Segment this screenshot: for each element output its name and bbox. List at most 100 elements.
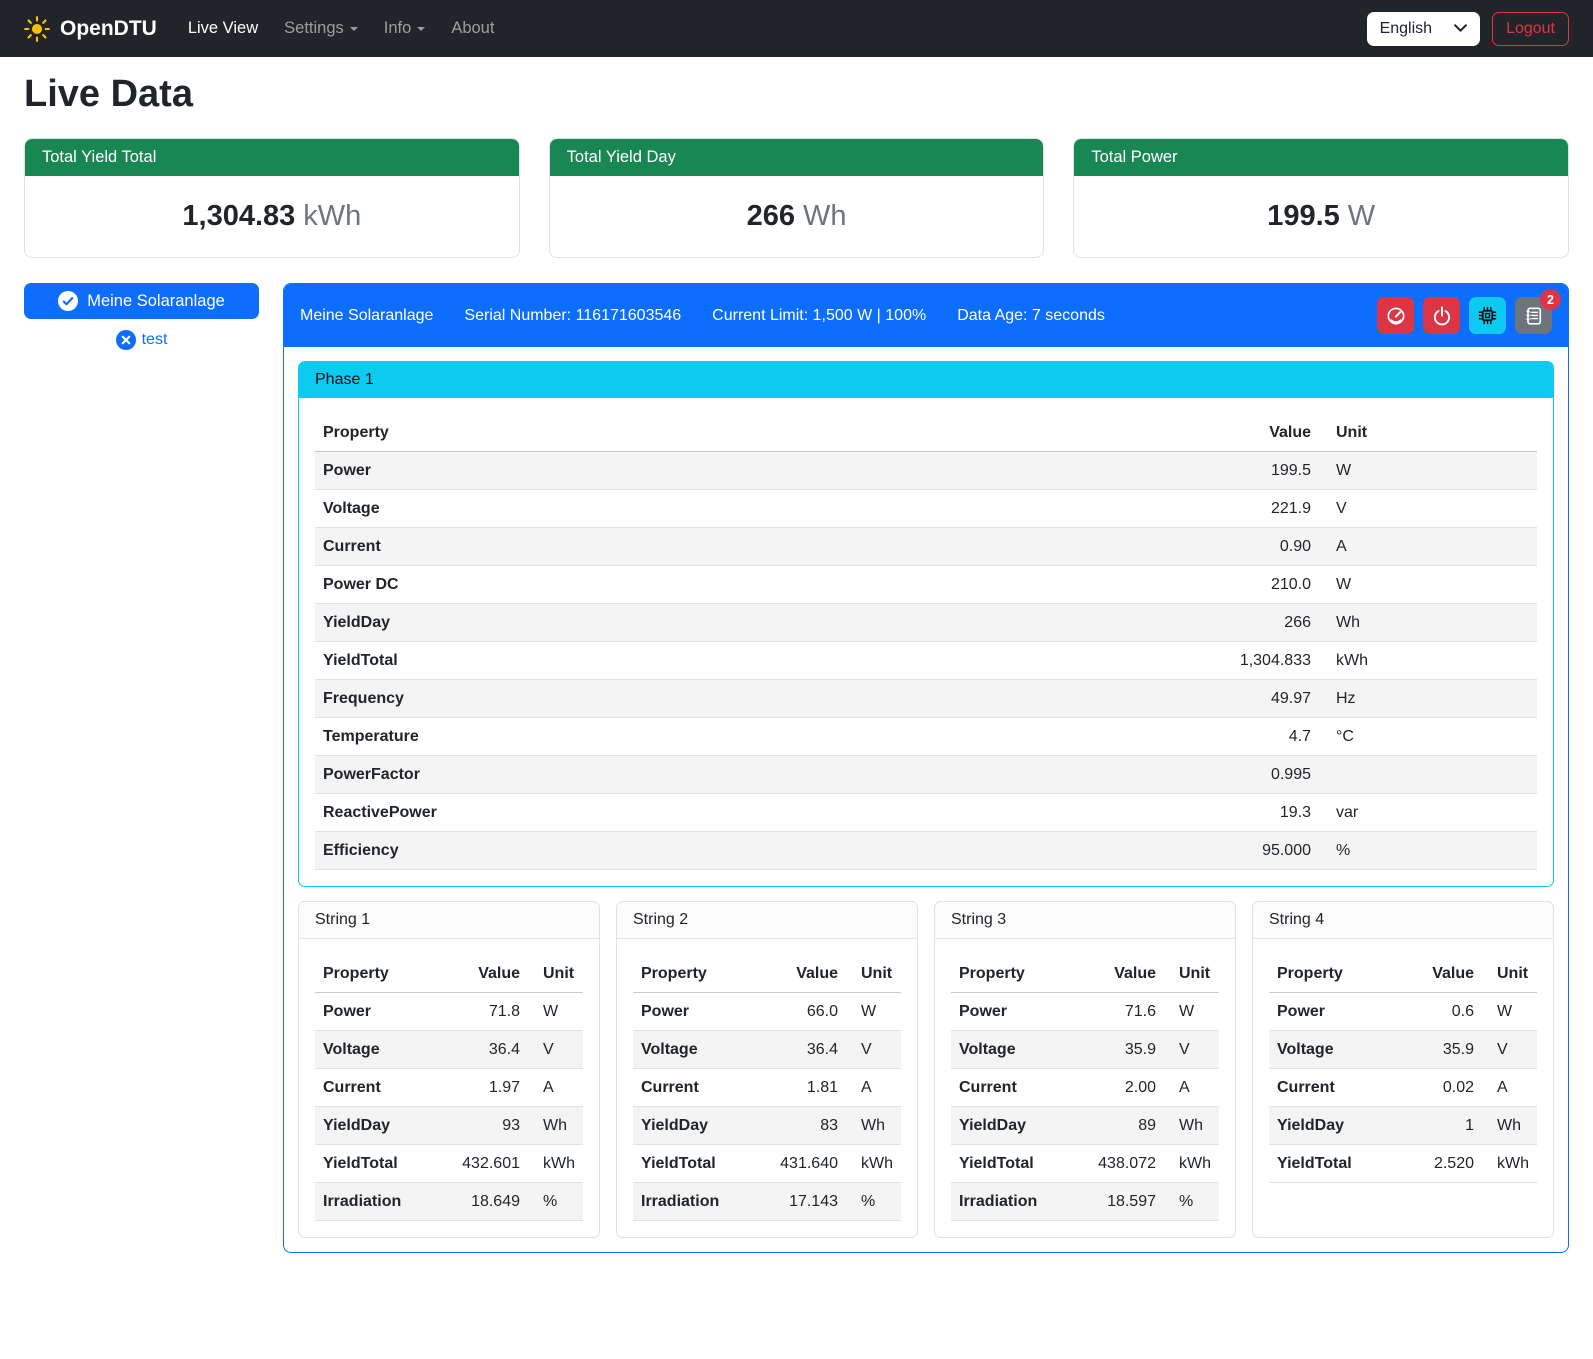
value-cell: 66.0 bbox=[752, 993, 846, 1031]
inverter-data-age: Data Age: 7 seconds bbox=[957, 307, 1105, 325]
unit-cell: V bbox=[1482, 1031, 1537, 1069]
event-log-button[interactable]: 2 bbox=[1515, 297, 1552, 334]
inverter-actions: 2 bbox=[1377, 297, 1552, 334]
table-row: Irradiation17.143% bbox=[633, 1183, 901, 1221]
chevron-down-icon bbox=[1454, 24, 1467, 33]
string-card-3: String 3 Property Value Unit bbox=[934, 901, 1236, 1238]
string-card-title: String 4 bbox=[1253, 902, 1553, 939]
table-row: Voltage36.4V bbox=[633, 1031, 901, 1069]
value-cell: 19.3 bbox=[1199, 794, 1319, 832]
property-cell: Current bbox=[315, 528, 1199, 566]
unit-cell: V bbox=[1164, 1031, 1219, 1069]
unit-cell: W bbox=[846, 993, 901, 1031]
table-row: Irradiation18.649% bbox=[315, 1183, 583, 1221]
chevron-down-icon bbox=[350, 27, 358, 31]
table-row: YieldDay83Wh bbox=[633, 1107, 901, 1145]
table-row: Voltage221.9V bbox=[315, 490, 1537, 528]
value-cell: 221.9 bbox=[1199, 490, 1319, 528]
string-table: Property Value Unit Power71.8W Voltage36… bbox=[315, 955, 583, 1221]
table-row: Voltage36.4V bbox=[315, 1031, 583, 1069]
power-icon bbox=[1432, 306, 1452, 326]
string-table: Property Value Unit Power0.6W Voltage35.… bbox=[1269, 955, 1537, 1183]
language-select[interactable]: English bbox=[1367, 12, 1480, 46]
table-row: YieldTotal2.520kWh bbox=[1269, 1145, 1537, 1183]
table-row: YieldTotal1,304.833kWh bbox=[315, 642, 1537, 680]
unit-cell: W bbox=[1319, 566, 1537, 604]
sidebar-item-meine-solaranlage[interactable]: Meine Solaranlage bbox=[24, 283, 259, 319]
value-cell: 2.00 bbox=[1070, 1069, 1164, 1107]
column-header-value: Value bbox=[1199, 414, 1319, 452]
string-card-1: String 1 Property Value Unit bbox=[298, 901, 600, 1238]
value-cell: 0.995 bbox=[1199, 756, 1319, 794]
property-cell: Current bbox=[951, 1069, 1070, 1107]
value-cell: 431.640 bbox=[752, 1145, 846, 1183]
value-cell: 71.6 bbox=[1070, 993, 1164, 1031]
brand[interactable]: OpenDTU bbox=[24, 16, 157, 42]
property-cell: Irradiation bbox=[633, 1183, 752, 1221]
string-card-title: String 1 bbox=[299, 902, 599, 939]
phase-card: Phase 1 Property Value Unit bbox=[298, 361, 1554, 887]
string-card-title: String 3 bbox=[935, 902, 1235, 939]
property-cell: YieldDay bbox=[315, 1107, 434, 1145]
sidebar-item-test[interactable]: test bbox=[116, 330, 168, 350]
table-row: Current1.97A bbox=[315, 1069, 583, 1107]
check-circle-icon bbox=[58, 291, 78, 311]
table-row: YieldTotal431.640kWh bbox=[633, 1145, 901, 1183]
nav-item-settings[interactable]: Settings bbox=[271, 11, 371, 46]
property-cell: Voltage bbox=[633, 1031, 752, 1069]
unit-cell: V bbox=[528, 1031, 583, 1069]
value-cell: 93 bbox=[434, 1107, 528, 1145]
unit-cell: kWh bbox=[528, 1145, 583, 1183]
string-table: Property Value Unit Power71.6W Voltage35… bbox=[951, 955, 1219, 1221]
property-cell: Current bbox=[315, 1069, 434, 1107]
table-row: Power66.0W bbox=[633, 993, 901, 1031]
column-header-value: Value bbox=[1399, 955, 1482, 993]
x-circle-icon bbox=[116, 330, 136, 350]
table-row: Current1.81A bbox=[633, 1069, 901, 1107]
column-header-unit: Unit bbox=[846, 955, 901, 993]
table-row: PowerFactor0.995 bbox=[315, 756, 1537, 794]
column-header-unit: Unit bbox=[1164, 955, 1219, 993]
unit-cell: Hz bbox=[1319, 680, 1537, 718]
nav-links: Live View Settings Info About bbox=[175, 11, 508, 46]
unit-cell: % bbox=[1319, 832, 1537, 870]
summary-unit: kWh bbox=[303, 200, 361, 232]
device-info-button[interactable] bbox=[1469, 297, 1506, 334]
property-cell: Current bbox=[633, 1069, 752, 1107]
table-row: YieldDay1Wh bbox=[1269, 1107, 1537, 1145]
value-cell: 35.9 bbox=[1399, 1031, 1482, 1069]
phase-table: Property Value Unit Power199.5W Voltage2… bbox=[315, 414, 1537, 870]
value-cell: 35.9 bbox=[1070, 1031, 1164, 1069]
value-cell: 1.81 bbox=[752, 1069, 846, 1107]
unit-cell: kWh bbox=[1319, 642, 1537, 680]
unit-cell: % bbox=[1164, 1183, 1219, 1221]
speedometer-icon bbox=[1386, 306, 1406, 326]
value-cell: 199.5 bbox=[1199, 452, 1319, 490]
power-button[interactable] bbox=[1423, 297, 1460, 334]
value-cell: 4.7 bbox=[1199, 718, 1319, 756]
strings-row: String 1 Property Value Unit bbox=[298, 901, 1554, 1238]
value-cell: 438.072 bbox=[1070, 1145, 1164, 1183]
limit-settings-button[interactable] bbox=[1377, 297, 1414, 334]
table-row: Power71.8W bbox=[315, 993, 583, 1031]
inverter-name: Meine Solaranlage bbox=[300, 307, 433, 325]
logout-button[interactable]: Logout bbox=[1492, 12, 1569, 46]
property-cell: Voltage bbox=[315, 490, 1199, 528]
unit-cell: Wh bbox=[1164, 1107, 1219, 1145]
unit-cell: Wh bbox=[528, 1107, 583, 1145]
unit-cell: W bbox=[528, 993, 583, 1031]
property-cell: Voltage bbox=[951, 1031, 1070, 1069]
nav-item-about[interactable]: About bbox=[438, 11, 507, 46]
unit-cell: % bbox=[846, 1183, 901, 1221]
nav-item-info[interactable]: Info bbox=[371, 11, 439, 46]
column-header-value: Value bbox=[752, 955, 846, 993]
table-row: YieldDay266Wh bbox=[315, 604, 1537, 642]
value-cell: 210.0 bbox=[1199, 566, 1319, 604]
nav-item-live-view[interactable]: Live View bbox=[175, 11, 271, 46]
summary-value: 199.5 bbox=[1267, 200, 1340, 232]
summary-card-total-yield-total: Total Yield Total 1,304.83kWh bbox=[24, 138, 520, 258]
unit-cell: W bbox=[1482, 993, 1537, 1031]
unit-cell: % bbox=[528, 1183, 583, 1221]
value-cell: 0.02 bbox=[1399, 1069, 1482, 1107]
property-cell: Voltage bbox=[315, 1031, 434, 1069]
